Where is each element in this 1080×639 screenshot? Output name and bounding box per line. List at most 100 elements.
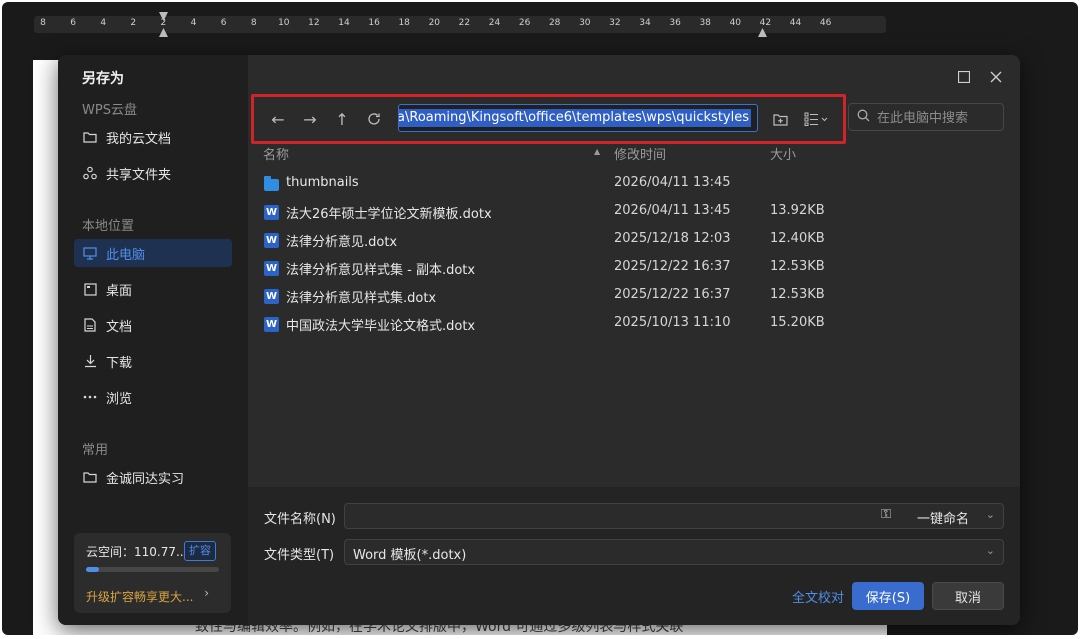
word-document-icon: W xyxy=(264,205,279,220)
storage-usage-fill xyxy=(86,567,100,572)
file-size: 12.40KB xyxy=(770,231,825,246)
sidebar-item-downloads[interactable]: 下载 xyxy=(74,347,232,375)
sidebar-item-label: 金诚同达实习 xyxy=(106,471,185,487)
sidebar-item-documents[interactable]: 文档 xyxy=(74,311,232,339)
sidebar-item-jincheng-internship[interactable]: 金诚同达实习 xyxy=(74,463,232,491)
sidebar-item-label: 桌面 xyxy=(106,283,133,299)
horizontal-ruler[interactable]: 8 6 4 2 2 4 6 8 10 12 14 16 18 20 22 24 26 28 30 32 34 36 38 40… xyxy=(34,12,886,37)
close-icon[interactable] xyxy=(988,69,1004,85)
ruler-tick-label: 26 xyxy=(518,18,531,28)
one-key-rename-button[interactable]: 一键命名 xyxy=(917,508,969,527)
file-name: 法律分析意见.dotx xyxy=(286,235,398,250)
filetype-select[interactable]: Word 模板(*.dotx) ⌄ xyxy=(344,539,1004,565)
column-header-name[interactable]: 名称 xyxy=(263,144,289,163)
file-size: 13.92KB xyxy=(770,203,825,218)
file-row[interactable]: W 中国政法大学毕业论文格式.dotx 2025/10/13 11:10 15.20K… xyxy=(258,312,838,338)
cloud-space-text: 云空间：110.77... xyxy=(86,545,188,559)
file-name: 中国政法大学毕业论文格式.dotx xyxy=(286,319,476,334)
folder-icon xyxy=(82,469,98,485)
ruler-tick-label: 12 xyxy=(308,18,320,28)
computer-icon xyxy=(82,245,98,261)
ruler-tick-label: 30 xyxy=(579,18,591,28)
file-modified-date: 2025/12/22 16:37 xyxy=(614,287,731,302)
indent-marker[interactable] xyxy=(758,28,767,37)
sidebar-item-my-cloud-docs[interactable]: 我的云文档 xyxy=(74,123,232,151)
filetype-value: Word 模板(*.dotx) xyxy=(353,548,467,563)
upgrade-storage-link[interactable]: 升级扩容畅享更大... xyxy=(86,588,193,605)
folder-icon xyxy=(264,176,279,191)
ruler-tick-label: 38 xyxy=(699,18,711,28)
sidebar-item-browse[interactable]: 浏览 xyxy=(74,383,232,411)
file-row[interactable]: W 法律分析意见.dotx 2025/12/18 12:03 12.40KB xyxy=(258,228,838,254)
desktop-icon xyxy=(82,281,98,297)
file-name: thumbnails xyxy=(286,175,359,190)
filename-label: 文件名称(N) xyxy=(264,512,336,527)
file-size: 15.20KB xyxy=(770,315,825,330)
ruler-tick-label: 32 xyxy=(609,18,621,28)
expand-storage-button[interactable]: 扩容 xyxy=(184,541,216,561)
ruler-tick-label: 4 xyxy=(190,18,197,28)
sidebar-item-label: 文档 xyxy=(106,319,133,335)
app-window: 8 6 4 2 2 4 6 8 10 12 14 16 18 20 22 24 26 28 30 32 34 36 38 40… xyxy=(2,2,1078,635)
file-modified-date: 2025/10/13 11:10 xyxy=(614,315,731,330)
document-icon xyxy=(82,317,98,333)
ruler-tick-label: 24 xyxy=(488,18,501,28)
search-icon xyxy=(857,109,870,126)
dialog-title: 另存为 xyxy=(82,71,124,87)
sidebar-item-shared-folder[interactable]: 共享文件夹 xyxy=(74,159,232,187)
sidebar-item-label: 下载 xyxy=(106,355,133,371)
maximize-icon[interactable] xyxy=(956,69,972,85)
section-local: 本地位置 xyxy=(82,219,135,234)
sidebar-item-label: 浏览 xyxy=(106,391,133,407)
ruler-tick-label: 44 xyxy=(789,18,802,28)
chevron-down-icon[interactable]: ⌄ xyxy=(986,508,995,521)
storage-usage-bar xyxy=(86,567,219,572)
ruler-tick-label: 18 xyxy=(398,18,410,28)
column-header-modified[interactable]: 修改时间 xyxy=(614,144,666,163)
section-common: 常用 xyxy=(82,443,109,458)
ruler-tick-label: 4 xyxy=(100,18,107,28)
full-text-proofread-link[interactable]: 全文校对 xyxy=(792,587,844,606)
file-row[interactable]: W 法大26年硕士学位论文新模板.dotx 2026/04/11 13:45 13.9… xyxy=(258,200,838,226)
file-modified-date: 2026/04/11 13:45 xyxy=(614,175,731,190)
ruler-tick-label: 10 xyxy=(278,18,290,28)
column-header-size[interactable]: 大小 xyxy=(770,144,796,163)
sidebar-item-label: 此电脑 xyxy=(106,247,146,263)
section-wps-cloud: WPS云盘 xyxy=(82,103,137,118)
filename-input[interactable] xyxy=(351,507,875,527)
file-modified-date: 2025/12/22 16:37 xyxy=(614,259,731,274)
chevron-right-icon[interactable]: › xyxy=(204,586,209,600)
ruler-tick-label: 6 xyxy=(70,18,76,28)
one-key-rename-icon: ⚿ xyxy=(881,507,891,522)
search-box[interactable] xyxy=(848,103,1004,131)
filetype-label: 文件类型(T) xyxy=(264,548,335,563)
ruler-tick-label: 46 xyxy=(819,18,832,28)
ruler-tick-label: 16 xyxy=(368,18,380,28)
sidebar-item-desktop[interactable]: 桌面 xyxy=(74,275,232,303)
file-row[interactable]: W 法律分析意见样式集.dotx 2025/12/22 16:37 12.53KB xyxy=(258,284,838,310)
download-icon xyxy=(82,353,98,369)
file-name: 法律分析意见样式集 - 副本.dotx xyxy=(286,263,476,278)
search-input[interactable] xyxy=(875,107,999,129)
file-row[interactable]: W 法律分析意见样式集 - 副本.dotx 2025/12/22 16:37 12.5… xyxy=(258,256,838,282)
cloud-space-panel: 云空间：110.77... 扩容 升级扩容畅享更大... › xyxy=(74,533,231,613)
ruler-tick-label: 6 xyxy=(220,18,227,28)
sidebar-item-this-pc[interactable]: 此电脑 xyxy=(74,239,232,267)
sidebar-item-label: 共享文件夹 xyxy=(106,167,172,183)
cancel-button[interactable]: 取消 xyxy=(932,582,1004,610)
ruler-tick-label: 34 xyxy=(639,18,651,28)
ruler-tick-label: 8 xyxy=(40,18,46,28)
save-button[interactable]: 保存(S) xyxy=(852,582,924,610)
chevron-down-icon[interactable]: ⌄ xyxy=(986,544,995,557)
ruler-tick-label: 22 xyxy=(458,18,471,28)
folder-row[interactable]: thumbnails 2026/04/11 13:45 xyxy=(258,172,838,198)
word-document-icon: W xyxy=(264,317,279,332)
ruler-tick-label: 42 xyxy=(759,18,772,28)
filename-field[interactable]: ⚿ 一键命名 ⌄ xyxy=(344,503,1004,529)
indent-marker[interactable] xyxy=(159,28,168,37)
file-name: 法大26年硕士学位论文新模板.dotx xyxy=(286,207,492,222)
save-as-dialog: 另存为 WPS云盘 我的云文档 共享文件夹 本地位置 此电脑 桌面 文档 下载 … xyxy=(58,55,1020,625)
word-document-icon: W xyxy=(264,233,279,248)
ruler-tick-label: 2 xyxy=(130,18,137,28)
dialog-sidebar: 另存为 WPS云盘 我的云文档 共享文件夹 本地位置 此电脑 桌面 文档 下载 … xyxy=(58,55,248,625)
